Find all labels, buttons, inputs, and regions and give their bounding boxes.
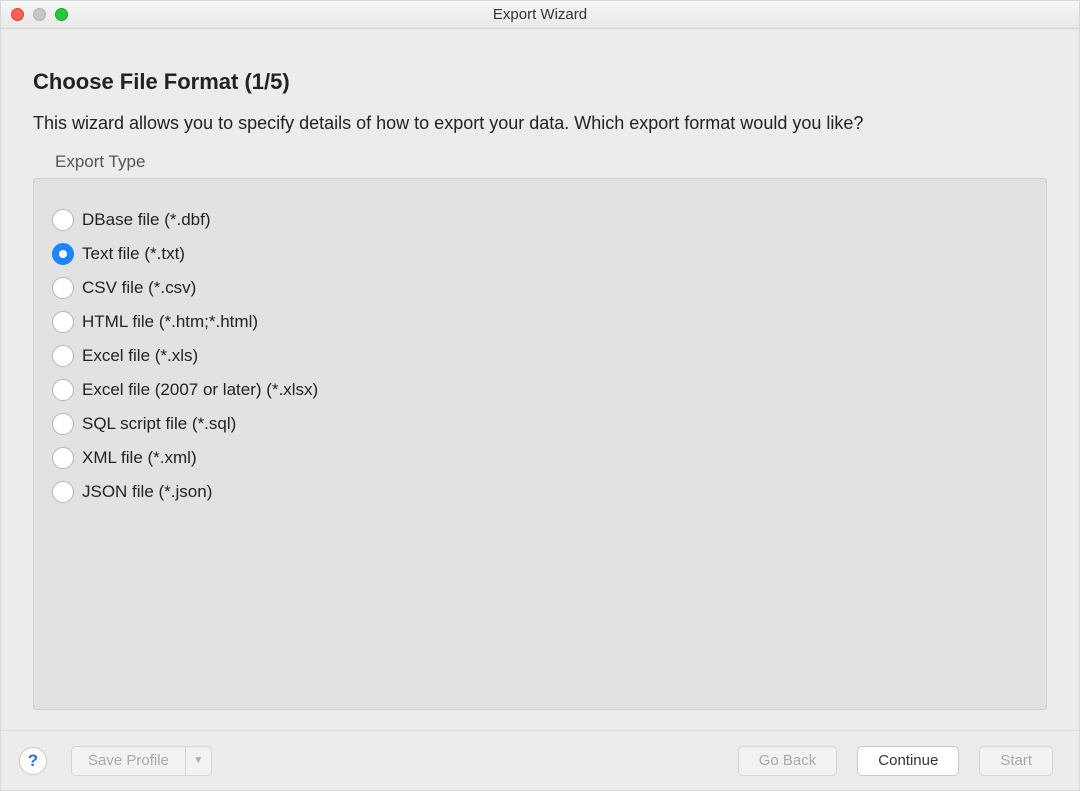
button-label: Save Profile (88, 752, 169, 769)
radio-icon (52, 209, 74, 231)
chevron-down-icon: ▼ (193, 755, 203, 766)
help-button[interactable]: ? (19, 747, 47, 775)
radio-icon (52, 379, 74, 401)
radio-icon (52, 277, 74, 299)
start-button[interactable]: Start (979, 746, 1053, 776)
button-label: Go Back (759, 752, 817, 769)
option-label: Text file (*.txt) (82, 244, 185, 264)
option-label: CSV file (*.csv) (82, 278, 196, 298)
help-icon: ? (28, 751, 38, 771)
export-type-panel: DBase file (*.dbf) Text file (*.txt) CSV… (33, 178, 1047, 710)
radio-icon (52, 243, 74, 265)
option-label: XML file (*.xml) (82, 448, 197, 468)
option-label: HTML file (*.htm;*.html) (82, 312, 258, 332)
option-label: Excel file (*.xls) (82, 346, 198, 366)
wizard-nav-buttons: Go Back Continue Start (738, 746, 1053, 776)
option-dbf[interactable]: DBase file (*.dbf) (52, 209, 1028, 231)
option-html[interactable]: HTML file (*.htm;*.html) (52, 311, 1028, 333)
titlebar: Export Wizard (1, 1, 1079, 29)
option-sql[interactable]: SQL script file (*.sql) (52, 413, 1028, 435)
option-label: JSON file (*.json) (82, 482, 212, 502)
option-xlsx[interactable]: Excel file (2007 or later) (*.xlsx) (52, 379, 1028, 401)
go-back-button[interactable]: Go Back (738, 746, 838, 776)
radio-icon (52, 413, 74, 435)
save-profile-dropdown[interactable]: ▼ (186, 746, 212, 776)
save-profile-button[interactable]: Save Profile (71, 746, 186, 776)
option-label: DBase file (*.dbf) (82, 210, 211, 230)
save-profile-split-button: Save Profile ▼ (71, 746, 212, 776)
export-type-options: DBase file (*.dbf) Text file (*.txt) CSV… (52, 209, 1028, 503)
option-xls[interactable]: Excel file (*.xls) (52, 345, 1028, 367)
window-title: Export Wizard (1, 6, 1079, 23)
radio-icon (52, 447, 74, 469)
option-xml[interactable]: XML file (*.xml) (52, 447, 1028, 469)
wizard-content: Choose File Format (1/5) This wizard all… (1, 29, 1079, 730)
group-label-export-type: Export Type (55, 152, 1047, 172)
export-wizard-window: Export Wizard Choose File Format (1/5) T… (0, 0, 1080, 791)
option-json[interactable]: JSON file (*.json) (52, 481, 1028, 503)
option-csv[interactable]: CSV file (*.csv) (52, 277, 1028, 299)
continue-button[interactable]: Continue (857, 746, 959, 776)
option-label: Excel file (2007 or later) (*.xlsx) (82, 380, 318, 400)
wizard-footer: ? Save Profile ▼ Go Back Continue Start (1, 730, 1079, 790)
option-label: SQL script file (*.sql) (82, 414, 236, 434)
button-label: Start (1000, 752, 1032, 769)
page-description: This wizard allows you to specify detail… (33, 113, 1047, 134)
button-label: Continue (878, 752, 938, 769)
page-heading: Choose File Format (1/5) (33, 69, 1047, 95)
radio-icon (52, 345, 74, 367)
radio-icon (52, 311, 74, 333)
option-txt[interactable]: Text file (*.txt) (52, 243, 1028, 265)
radio-icon (52, 481, 74, 503)
